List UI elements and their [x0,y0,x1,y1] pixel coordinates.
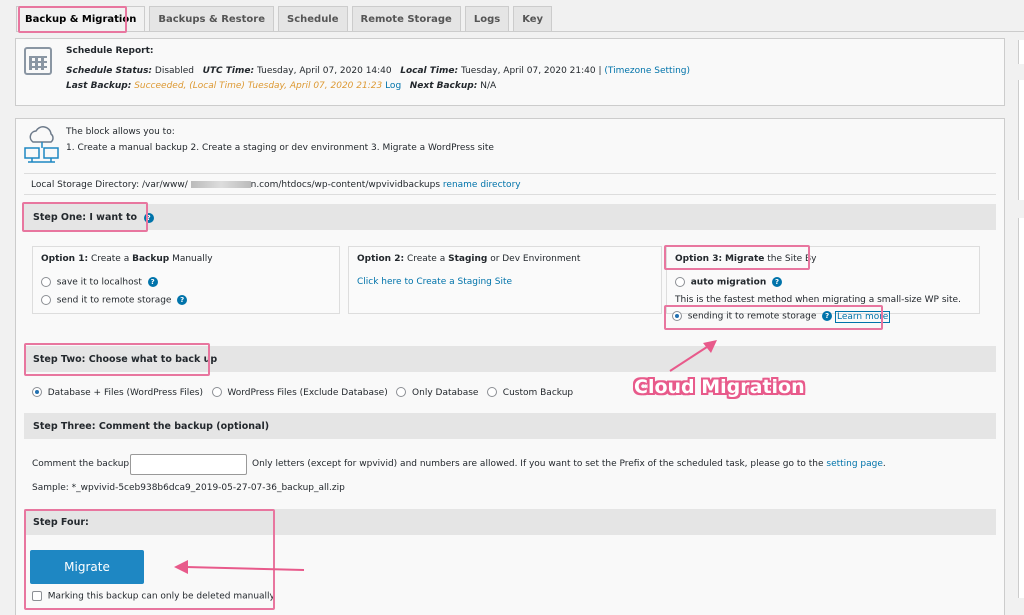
cloud-migration-annotation: Cloud Migration [634,376,805,398]
annotation-arrows [174,340,717,574]
arrow-to-migrate-button [185,566,305,571]
arrow-head-icon [703,340,717,353]
arrow-to-remote-storage [669,344,711,372]
arrow-head-icon [174,560,188,574]
